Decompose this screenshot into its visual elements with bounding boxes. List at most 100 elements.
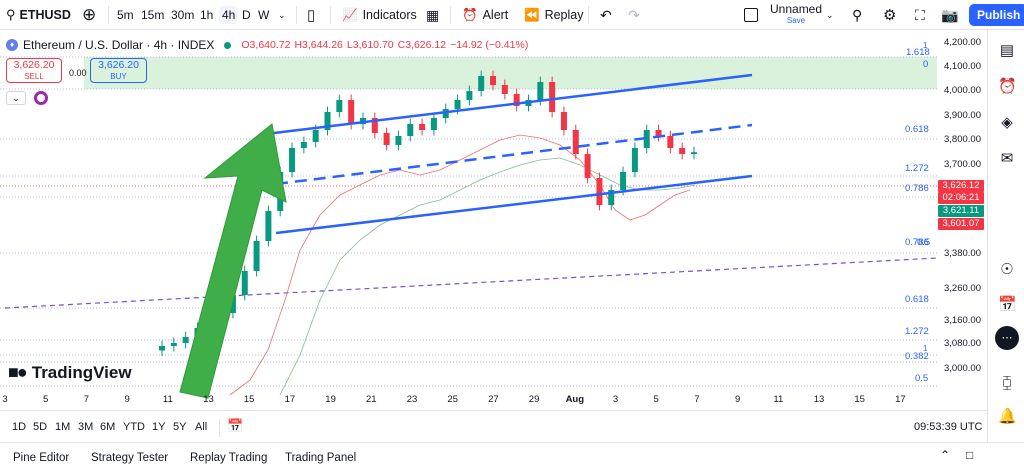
fib-label: 0.5 [915,373,929,384]
tab-trading-panel[interactable]: Trading Panel [285,452,356,464]
range-bar: 1D 5D 1M 3M 6M YTD 1Y 5Y All 📅 09:53:39 … [0,410,987,442]
last-price-label: 3,626.12 [938,180,984,192]
sell-button[interactable]: 3,626.20 SELL [6,58,62,83]
compare-add-icon[interactable]: ⊕ [82,0,96,30]
timeframe-15m[interactable]: 15m [141,0,164,30]
candles-type-icon[interactable]: ▯ [307,0,315,30]
price-chart[interactable] [0,30,987,410]
range-1y[interactable]: 1Y [152,421,165,433]
green-up-arrow[interactable] [179,123,287,399]
fib-levels [0,56,937,387]
range-5y[interactable]: 5Y [173,421,186,433]
indicators-icon: 📈 [342,7,358,22]
candle-body [466,91,473,100]
ohlc-close: C3,626.12 [397,39,447,51]
price-tick: 3,080.00 [944,338,981,349]
alert-button[interactable]: ⏰ Alert [462,0,508,30]
channel-lower-line[interactable] [275,174,753,235]
candle-body [667,136,674,148]
chat-icon[interactable]: ✉ [998,150,1016,168]
range-3m[interactable]: 3M [78,421,93,433]
range-6m[interactable]: 6M [100,421,115,433]
tv-logo-icon: ■● [8,362,28,382]
chevron-up-icon[interactable]: ⌃ [940,448,950,462]
time-tick: 25 [447,394,458,405]
timeframe-4h[interactable]: 4h [219,6,239,24]
price-tick: 3,800.00 [944,134,981,145]
collapse-chevron-icon[interactable]: ⌄ [6,91,26,105]
divider [450,6,451,24]
timeframe-d[interactable]: D [242,0,251,30]
bell-icon[interactable]: 🔔 [998,408,1017,426]
ohlc-low: L3,610.70 [346,39,394,51]
chevron-down-icon[interactable]: ⌄ [278,0,286,30]
undo-icon[interactable]: ↶ [600,0,612,30]
timeframe-30m[interactable]: 30m [171,0,194,30]
redo-icon[interactable]: ↷ [628,0,640,30]
candle-body [490,76,497,85]
chart-pane[interactable]: ♦ Ethereum / U.S. Dollar · 4h · INDEX O3… [0,30,987,410]
symbol-search[interactable]: ⚲ ETHUSD [6,0,71,30]
bottom-panel-bar: Pine Editor Strategy Tester Replay Tradi… [0,442,1024,468]
broadcast-icon[interactable]: ⧮ [998,374,1016,392]
price-tick: 4,100.00 [944,61,981,72]
layout-checkbox[interactable] [744,0,758,30]
tradingview-logo: ■● TradingView [8,362,132,383]
templates-grid-icon[interactable]: ▦ [426,0,439,30]
timeframe-5m[interactable]: 5m [117,0,134,30]
buy-price: 3,626.20 [98,59,139,71]
tab-replay-trading[interactable]: Replay Trading [190,452,267,464]
indicators-button[interactable]: 📈 Indicators [342,0,417,30]
tab-pine-editor[interactable]: Pine Editor [13,452,69,464]
settings-gear-icon[interactable]: ⚙ [883,0,896,30]
purple-trendline[interactable] [4,257,938,309]
camera-icon[interactable]: 📷 [941,0,958,30]
watchlist-icon[interactable]: ▤ [998,42,1016,60]
timeframe-1h[interactable]: 1h [200,0,213,30]
range-ytd[interactable]: YTD [123,421,145,433]
search-icon: ⚲ [6,7,16,22]
fullscreen-icon[interactable]: ⛶ [915,0,925,30]
replay-button[interactable]: ⏪ Replay [524,0,584,30]
hotlist-icon[interactable]: ☉ [998,261,1016,279]
candle-body [454,100,461,109]
price-tick: 3,700.00 [944,159,981,170]
date-range-calendar-icon[interactable]: 📅 [227,418,243,434]
range-5d[interactable]: 5D [33,421,47,433]
price-tick: 3,380.00 [944,248,981,259]
publish-button[interactable]: Publish [969,4,1024,26]
price-tick: 3,160.00 [944,315,981,326]
calendar-icon[interactable]: 📅 [998,296,1017,314]
layers-icon[interactable]: ◈ [998,114,1016,132]
price-tick: 3,900.00 [944,110,981,121]
timeframe-w[interactable]: W [258,0,269,30]
utc-clock[interactable]: 09:53:39 UTC [914,421,982,433]
candle-body [478,76,485,91]
time-tick: Aug [565,394,585,405]
price-tick: 4,200.00 [944,37,981,48]
channel-mid-line[interactable] [275,123,753,186]
maximize-icon[interactable]: □ [966,448,973,462]
sell-price: 3,626.20 [13,59,55,71]
layout-name-button[interactable]: Unnamed Save [770,0,822,30]
quick-search-icon[interactable]: ⚲ [852,0,862,30]
apps-grid-icon[interactable]: ⋯ [995,326,1019,350]
indicator-toggle-icon[interactable] [34,91,48,105]
time-tick: 15 [243,394,255,405]
alarm-clock-icon[interactable]: ⏰ [998,78,1017,96]
buy-button[interactable]: 3,626.20 BUY [90,58,147,83]
candle-body [182,337,189,343]
time-tick: 23 [406,394,418,405]
chevron-down-icon[interactable]: ⌄ [826,0,834,30]
range-all[interactable]: All [195,421,207,433]
candle-body [430,118,437,130]
candle-body [300,142,307,148]
price-tick: 3,260.00 [944,283,981,294]
range-1d[interactable]: 1D [12,421,26,433]
range-1m[interactable]: 1M [55,421,70,433]
tab-strategy-tester[interactable]: Strategy Tester [91,452,168,464]
time-tick: 17 [895,394,906,405]
time-tick: 27 [488,394,499,405]
time-tick: 3 [2,394,8,405]
logo-text: TradingView [31,362,132,382]
